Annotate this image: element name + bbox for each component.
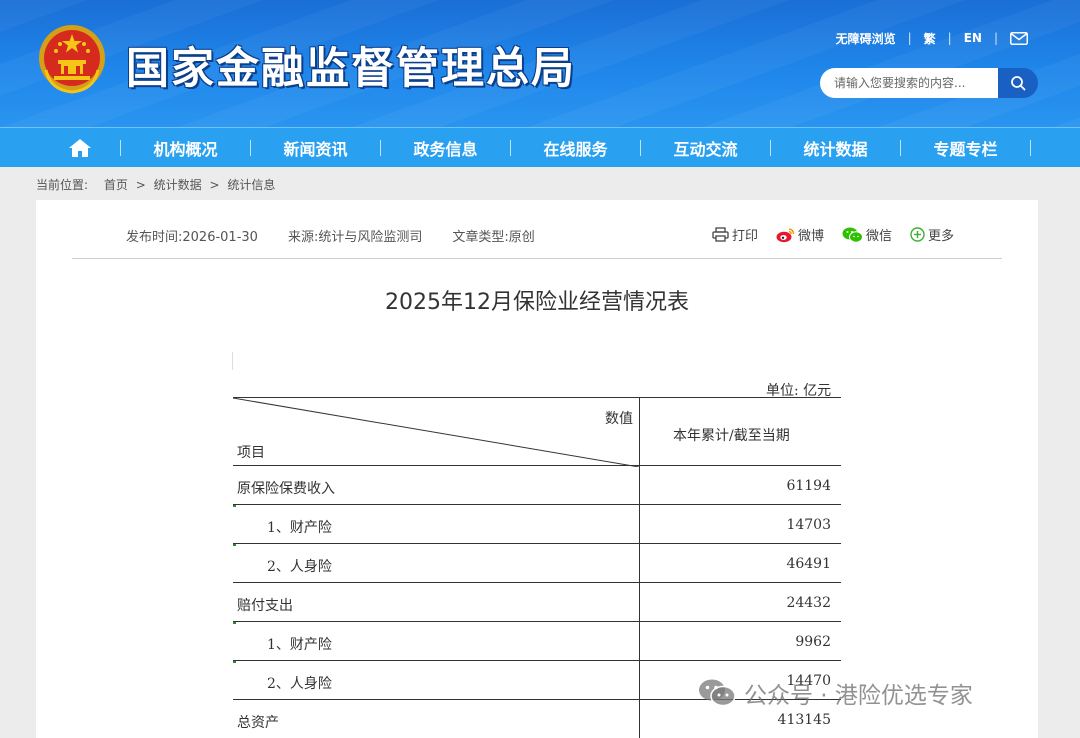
nav-separator [1030,139,1031,156]
column-divider [639,583,640,621]
nav-item-interaction[interactable]: 互动交流 [641,136,770,160]
nav-item-news[interactable]: 新闻资讯 [251,136,380,160]
wechat-watermark: 公众号 · 港险优选专家 [698,676,973,710]
english-link[interactable]: EN [964,31,982,45]
column-divider [639,505,640,543]
national-emblem-icon[interactable] [36,20,108,96]
breadcrumb-statistics[interactable]: 统计数据 [154,178,202,192]
meta-divider [72,258,1002,259]
table-row: 1、财产险 9962 [233,622,841,661]
main-nav: 机构概况 新闻资讯 政务信息 在线服务 互动交流 统计数据 专题专栏 [0,127,1080,167]
table-row: 原保险保费收入 61194 [233,466,841,505]
weibo-share-button[interactable]: 微博 [776,225,824,244]
row-value: 61194 [786,478,831,494]
row-value: 46491 [786,556,831,572]
wechat-watermark-icon [699,679,736,707]
site-header: 国家金融监督管理总局 无障碍浏览 | 繁 | EN | [0,0,1080,127]
share-bar: 打印 微博 微信 更多 [694,225,954,244]
cell-marker [233,622,236,624]
article-meta: 发布时间:2026-01-30 来源:统计与风险监测司 文章类型:原创 [126,226,565,245]
breadcrumb-separator: > [209,178,220,192]
article-source: 来源:统计与风险监测司 [287,230,423,245]
nav-item-statistics[interactable]: 统计数据 [771,136,900,160]
cell-marker [233,661,236,663]
column-divider [639,466,640,504]
print-label: 打印 [731,229,758,244]
breadcrumb: 当前位置: 首页 > 统计数据 > 统计信息 [36,176,279,193]
print-button[interactable]: 打印 [712,225,758,244]
column-divider [639,622,640,660]
column-divider [639,661,640,699]
row-value: 413145 [777,712,831,728]
row-name: 赔付支出 [237,598,293,614]
column-divider [639,700,640,738]
link-separator: | [907,31,912,45]
publish-time: 发布时间:2026-01-30 [126,230,258,245]
printer-icon [712,227,729,242]
traditional-chinese-link[interactable]: 繁 [924,30,936,47]
top-links: 无障碍浏览 | 繁 | EN | [836,29,1028,47]
breadcrumb-separator: > [135,178,146,192]
row-value: 14703 [786,517,831,533]
nav-item-special-topics[interactable]: 专题专栏 [901,136,1030,160]
nav-home[interactable] [40,138,120,158]
row-name: 原保险保费收入 [237,481,335,497]
cell-marker [233,505,236,507]
column-divider [639,544,640,582]
row-name: 2、人身险 [267,676,332,692]
decorative-line [232,352,233,370]
breadcrumb-statistics-info[interactable]: 统计信息 [227,178,275,192]
weibo-icon [776,227,795,242]
weibo-label: 微博 [797,229,824,244]
article-content: 发布时间:2026-01-30 来源:统计与风险监测司 文章类型:原创 打印 微… [36,200,1038,738]
wechat-share-button[interactable]: 微信 [842,225,892,244]
more-share-button[interactable]: 更多 [910,225,954,244]
row-value: 24432 [786,595,831,611]
nav-item-online-service[interactable]: 在线服务 [511,136,640,160]
breadcrumb-label: 当前位置: [36,178,89,192]
mail-icon[interactable] [1010,31,1028,45]
more-label: 更多 [927,229,954,244]
home-icon [69,138,91,157]
table-header: 数值 项目 本年累计/截至当期 [233,397,841,467]
header-value-label: 数值 [605,411,633,427]
watermark-text: 公众号 · 港险优选专家 [744,683,973,709]
row-name: 总资产 [237,715,279,731]
wechat-icon [842,227,863,243]
site-title: 国家金融监督管理总局 [126,44,576,94]
search-input[interactable] [820,68,998,98]
diagonal-divider [233,398,639,467]
row-name: 2、人身险 [267,559,332,575]
row-name: 1、财产险 [267,637,332,653]
table-row: 2、人身险 46491 [233,544,841,583]
article-title: 2025年12月保险业经营情况表 [385,290,689,315]
article-type: 文章类型:原创 [452,230,535,245]
header-item-label: 项目 [237,445,265,461]
link-separator: | [947,31,952,45]
breadcrumb-home[interactable]: 首页 [104,178,128,192]
search-box [820,68,1038,98]
row-value: 9962 [795,634,831,650]
link-separator: | [993,31,998,45]
header-column-label: 本年累计/截至当期 [673,428,790,444]
search-icon [1011,76,1026,91]
search-button[interactable] [998,68,1038,98]
column-divider [639,398,640,465]
nav-item-about[interactable]: 机构概况 [121,136,250,160]
row-name: 1、财产险 [267,520,332,536]
plus-circle-icon [910,227,925,242]
cell-marker [233,544,236,546]
table-row: 赔付支出 24432 [233,583,841,622]
nav-item-government-info[interactable]: 政务信息 [381,136,510,160]
table-row: 1、财产险 14703 [233,505,841,544]
wechat-label: 微信 [865,229,892,244]
accessibility-link[interactable]: 无障碍浏览 [836,30,896,47]
